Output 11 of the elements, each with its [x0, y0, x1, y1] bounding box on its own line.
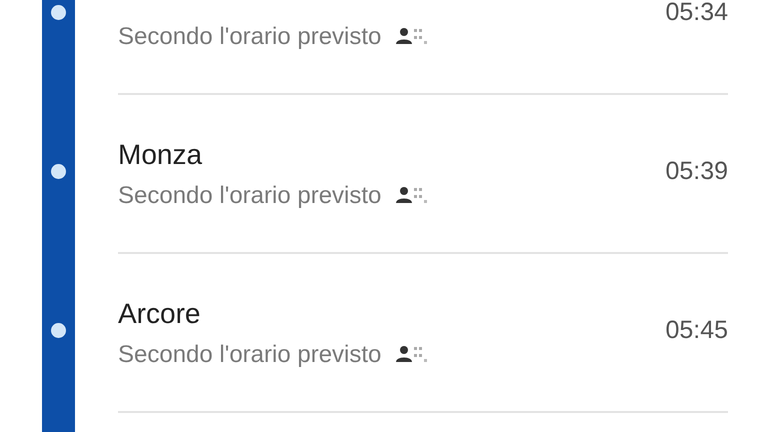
arrival-time: 05:45	[665, 314, 728, 346]
occupancy-icon	[395, 186, 430, 206]
occupancy-icon	[395, 26, 430, 46]
schedule-status: Secondo l'orario previsto	[118, 180, 382, 210]
occupancy-icon	[395, 344, 430, 364]
arrival-time: 05:34	[665, 0, 728, 28]
schedule-status: Secondo l'orario previsto	[118, 340, 382, 370]
station-name: Monza	[118, 138, 204, 172]
station-name: Arcore	[118, 296, 202, 330]
schedule-status: Secondo l'orario previsto	[118, 22, 382, 52]
arrival-time: 05:39	[665, 156, 728, 187]
